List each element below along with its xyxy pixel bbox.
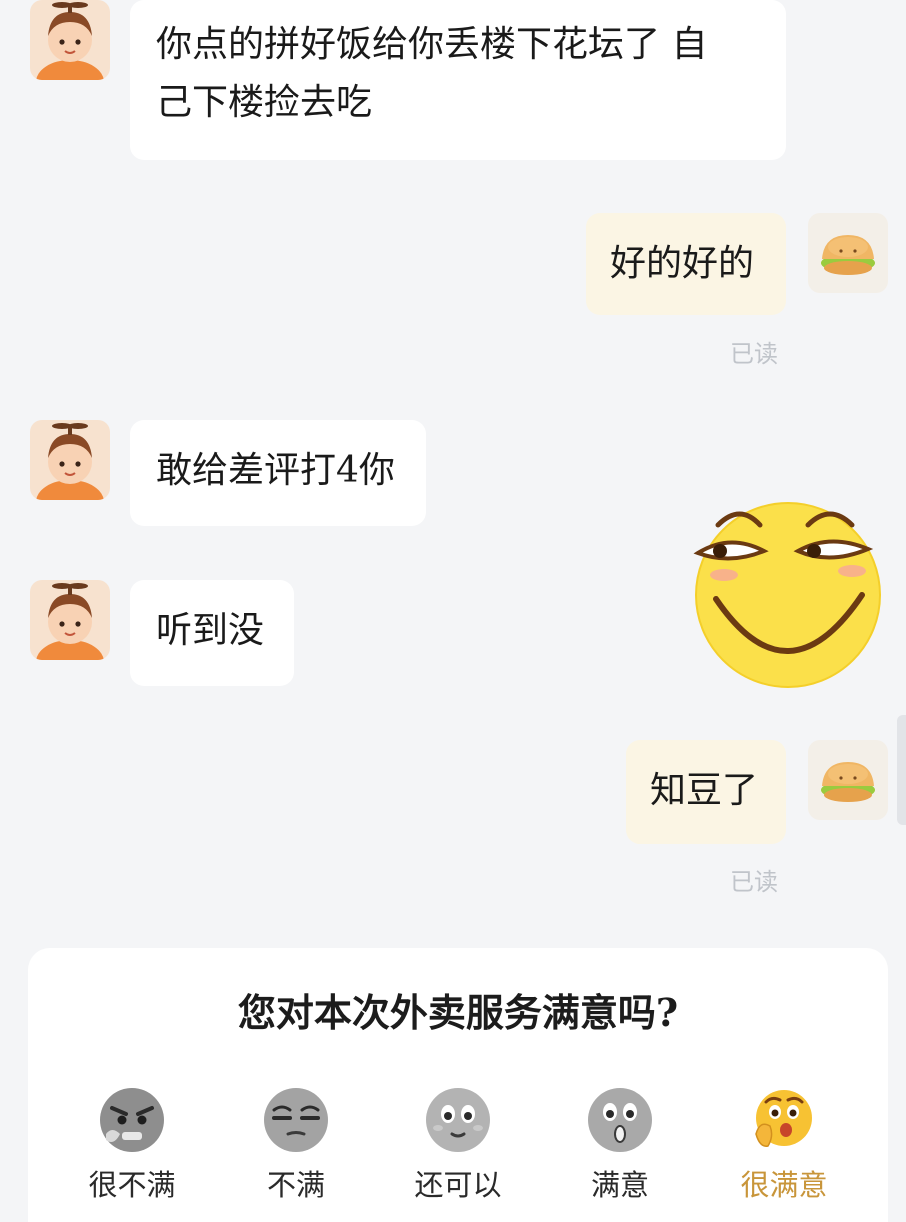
edge-scroll-handle[interactable] <box>897 715 906 825</box>
message-text-line: 你点的拼好饭给你丢楼下花坛了 自 <box>156 24 708 65</box>
delighted-face-icon <box>750 1086 818 1154</box>
smirking-face-icon <box>693 502 881 688</box>
angry-face-icon <box>98 1086 166 1154</box>
rating-option-label: 不满 <box>266 1168 325 1202</box>
courier-avatar[interactable] <box>30 0 110 80</box>
courier-avatar[interactable] <box>30 420 110 500</box>
rating-option-label: 很满意 <box>740 1168 828 1202</box>
rating-option-very-satisfied[interactable]: 很满意 <box>714 1086 854 1206</box>
rating-option-dissatisfied[interactable]: 不满 <box>226 1086 366 1206</box>
courier-avatar[interactable] <box>30 580 110 660</box>
surprised-face-icon <box>586 1086 654 1154</box>
burger-avatar-icon <box>808 740 888 820</box>
chat-screen: 你点的拼好饭给你丢楼下花坛了 自 己下楼捡去吃 好的好的 已读 敢给差评打4你 … <box>0 0 906 1222</box>
rating-option-okay[interactable]: 还可以 <box>388 1086 528 1206</box>
message-text: 知豆了 <box>650 770 759 811</box>
courier-avatar-icon <box>30 420 110 500</box>
neutral-face-icon <box>424 1086 492 1154</box>
message-text: 好的好的 <box>610 243 755 284</box>
rating-option-label: 满意 <box>590 1168 649 1202</box>
user-avatar[interactable] <box>808 740 888 820</box>
rating-option-satisfied[interactable]: 满意 <box>550 1086 690 1206</box>
message-bubble-outgoing[interactable]: 知豆了 <box>626 740 786 844</box>
read-status: 已读 <box>730 868 778 896</box>
message-text: 听到没 <box>156 610 265 651</box>
read-status: 已读 <box>730 340 778 368</box>
rating-option-label: 很不满 <box>88 1168 176 1202</box>
rating-question: 您对本次外卖服务满意吗? <box>237 990 679 1035</box>
message-text-line: 己下楼捡去吃 <box>156 82 373 123</box>
message-bubble-outgoing[interactable]: 好的好的 <box>586 213 786 315</box>
user-avatar[interactable] <box>808 213 888 293</box>
rating-option-label: 还可以 <box>414 1168 502 1202</box>
smirking-face-sticker <box>690 495 886 691</box>
rating-option-very-dissatisfied[interactable]: 很不满 <box>62 1086 202 1206</box>
burger-avatar-icon <box>808 213 888 293</box>
courier-avatar-icon <box>30 580 110 660</box>
message-bubble-incoming[interactable]: 你点的拼好饭给你丢楼下花坛了 自 己下楼捡去吃 <box>130 0 786 160</box>
message-bubble-incoming[interactable]: 听到没 <box>130 580 294 686</box>
unamused-face-icon <box>262 1086 330 1154</box>
message-text: 敢给差评打4你 <box>156 450 395 491</box>
courier-avatar-icon <box>30 0 110 80</box>
message-bubble-incoming[interactable]: 敢给差评打4你 <box>130 420 426 526</box>
rating-card: 您对本次外卖服务满意吗? 很不满 不满 还可以 满意 很满意 <box>28 948 888 1222</box>
